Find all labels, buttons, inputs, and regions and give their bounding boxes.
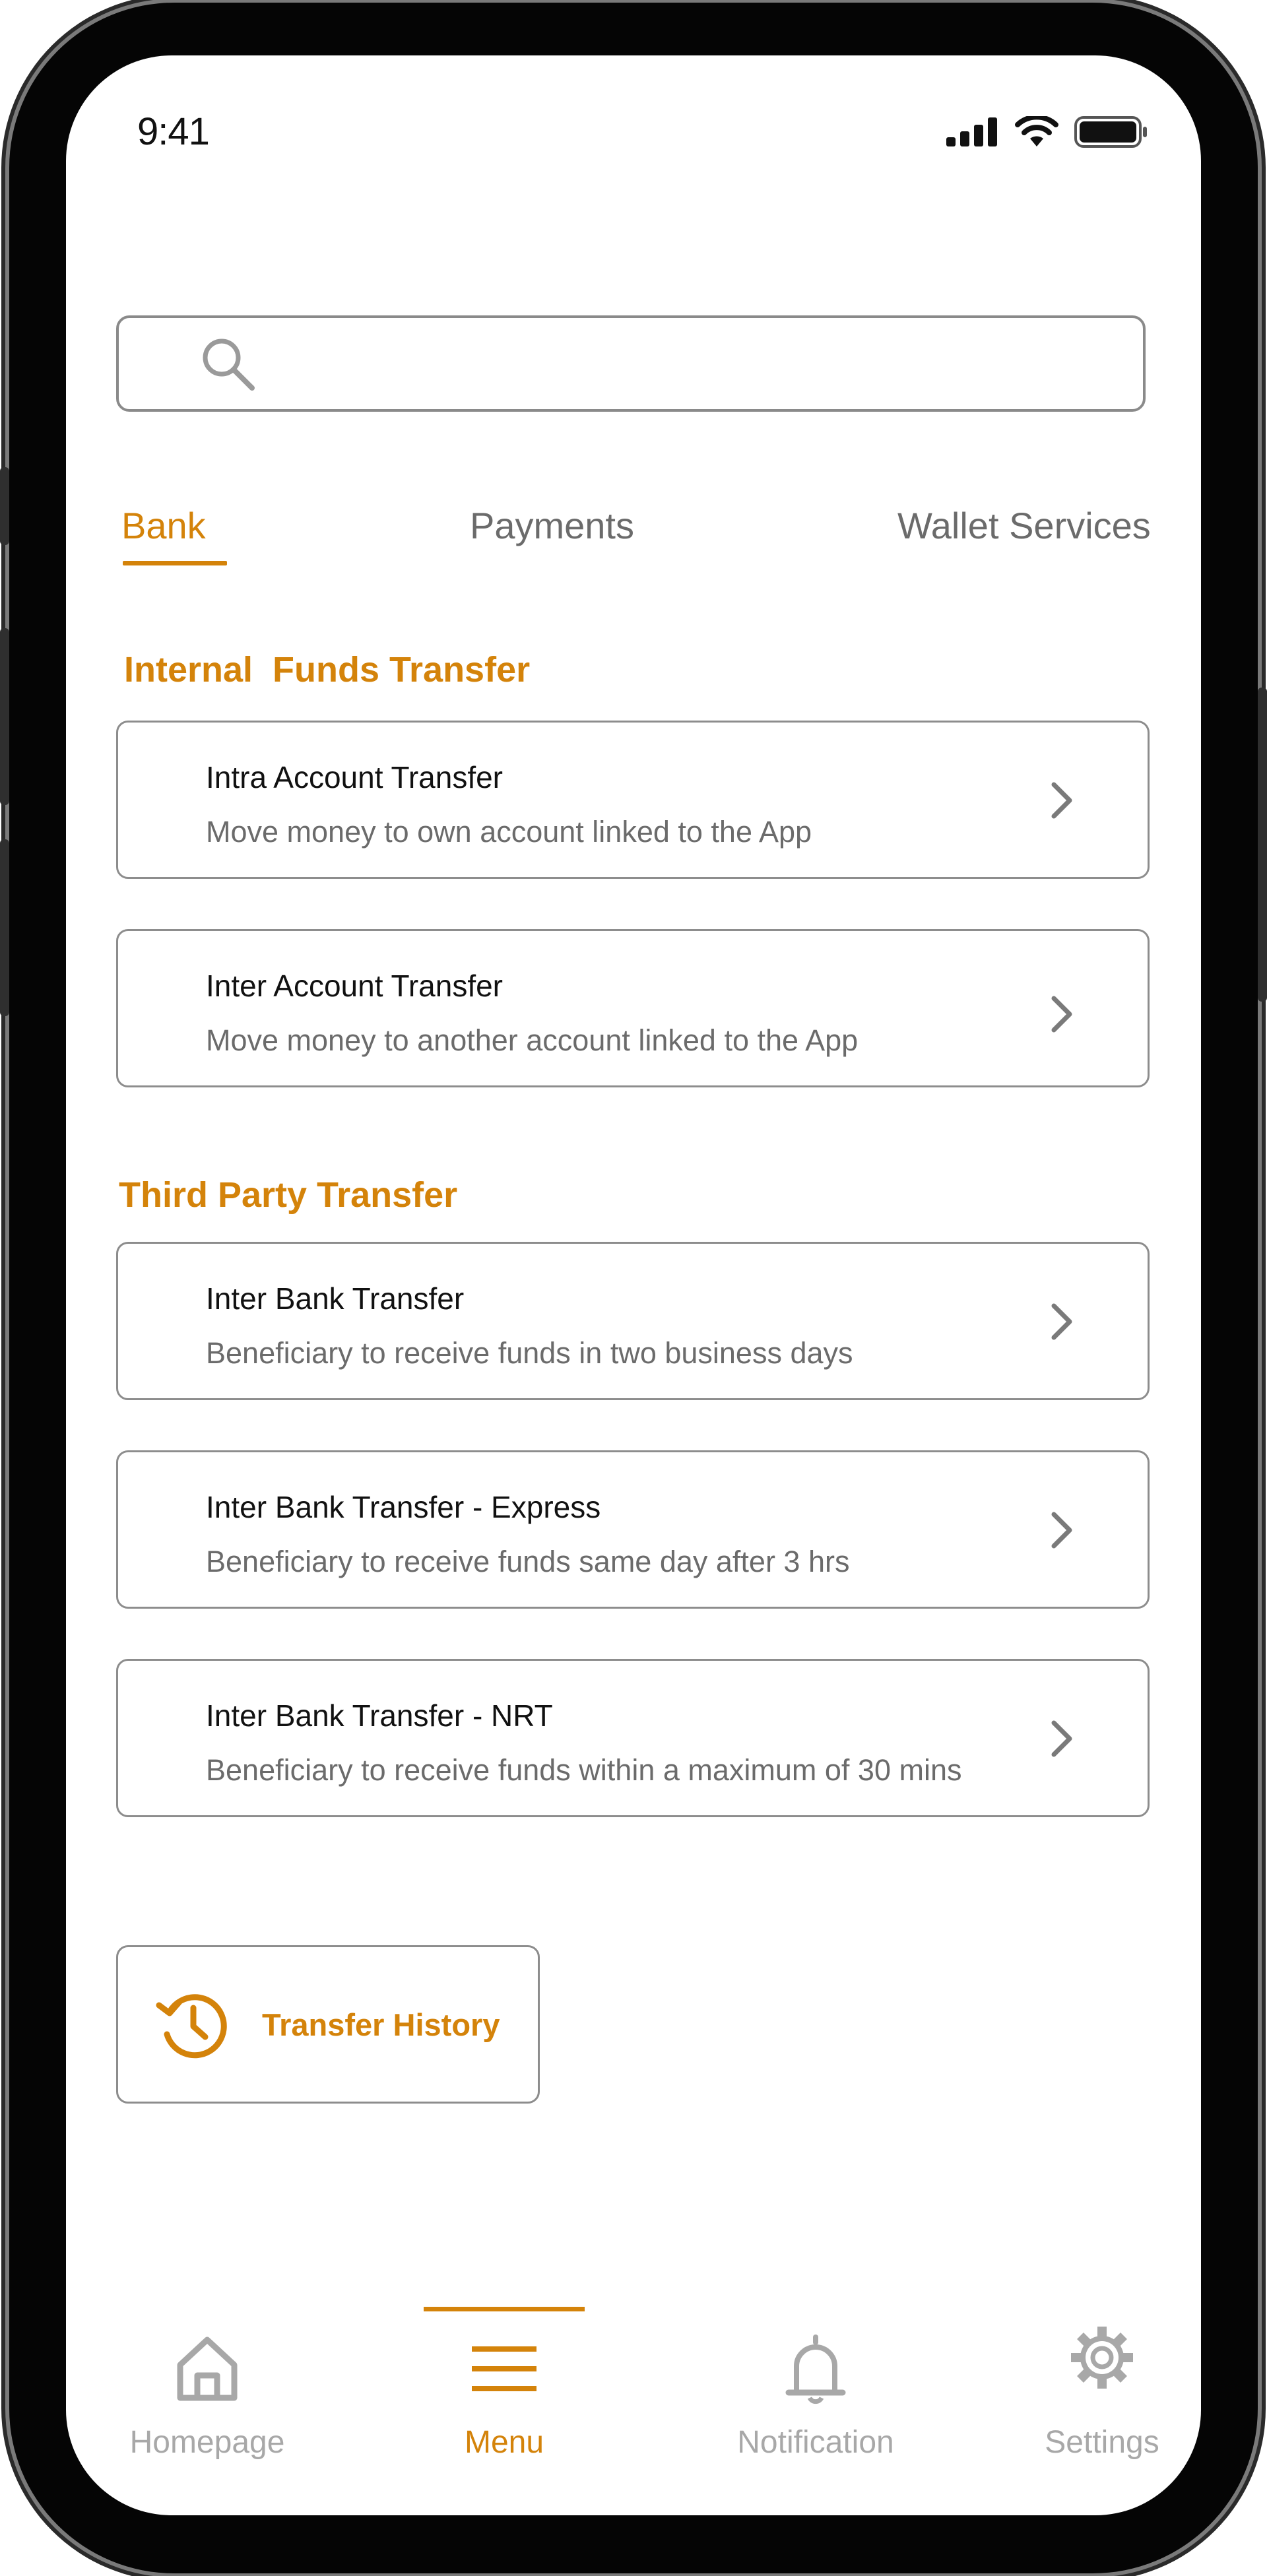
signal-icon [946,117,997,146]
card-inter-account-transfer[interactable]: Inter Account Transfer Move money to ano… [116,929,1150,1087]
card-title: Inter Account Transfer [206,969,504,1003]
tab-bank[interactable]: Bank [121,504,206,547]
card-title: Intra Account Transfer [206,760,504,794]
card-subtitle: Move money to own account linked to the … [206,815,812,849]
nav-settings[interactable]: Settings [990,2325,1201,2497]
card-intra-account-transfer[interactable]: Intra Account Transfer Move money to own… [116,721,1150,879]
card-inter-bank-transfer[interactable]: Inter Bank Transfer Beneficiary to recei… [116,1242,1150,1400]
nav-label: Menu [464,2425,544,2460]
side-button-power [1258,688,1267,1002]
tab-payments[interactable]: Payments [470,504,634,547]
card-subtitle: Beneficiary to receive funds same day af… [206,1545,850,1578]
chevron-right-icon [1051,1303,1072,1340]
nav-homepage[interactable]: Homepage [95,2325,319,2497]
card-inter-bank-transfer-express[interactable]: Inter Bank Transfer - Express Beneficiar… [116,1450,1150,1609]
card-title: Inter Bank Transfer - Express [206,1490,601,1524]
search-input[interactable] [116,315,1146,412]
side-button-volume-down [0,839,9,1016]
battery-icon [1074,116,1147,148]
card-inter-bank-transfer-nrt[interactable]: Inter Bank Transfer - NRT Beneficiary to… [116,1659,1150,1817]
side-button-mute [0,467,9,545]
tab-wallet-services[interactable]: Wallet Services [897,504,1151,547]
section-title-third-party: Third Party Transfer [119,1175,458,1215]
card-title: Inter Bank Transfer - NRT [206,1698,553,1733]
chevron-right-icon [1051,782,1072,819]
tab-active-indicator [123,561,227,565]
nav-label: Settings [1045,2425,1159,2460]
nav-notification[interactable]: Notification [703,2325,928,2497]
nav-menu[interactable]: Menu [392,2325,616,2497]
wifi-icon [1015,116,1058,146]
status-icons [946,116,1148,148]
home-icon [177,2336,238,2401]
chevron-right-icon [1051,1512,1072,1549]
transfer-history-label: Transfer History [262,2007,500,2042]
menu-icon [472,2346,536,2391]
status-time: 9:41 [137,110,210,153]
bell-icon [785,2334,846,2404]
nav-label: Homepage [129,2425,285,2460]
gear-icon [1071,2327,1133,2389]
transfer-history-button[interactable]: Transfer History [116,1945,540,2104]
section-title-internal: Internal Funds Transfer [124,650,531,690]
chevron-right-icon [1051,1720,1072,1757]
side-button-volume-up [0,628,9,805]
nav-label: Notification [737,2425,894,2460]
chevron-right-icon [1051,996,1072,1033]
card-subtitle: Beneficiary to receive funds within a ma… [206,1753,962,1787]
search-icon [203,338,255,391]
card-subtitle: Move money to another account linked to … [206,1023,859,1057]
card-title: Inter Bank Transfer [206,1281,465,1316]
app-screen: 9:41 Bank Payments Wallet Services Inter… [66,55,1201,2515]
history-icon [156,1994,227,2059]
card-subtitle: Beneficiary to receive funds in two busi… [206,1336,853,1370]
nav-active-indicator [424,2307,585,2311]
